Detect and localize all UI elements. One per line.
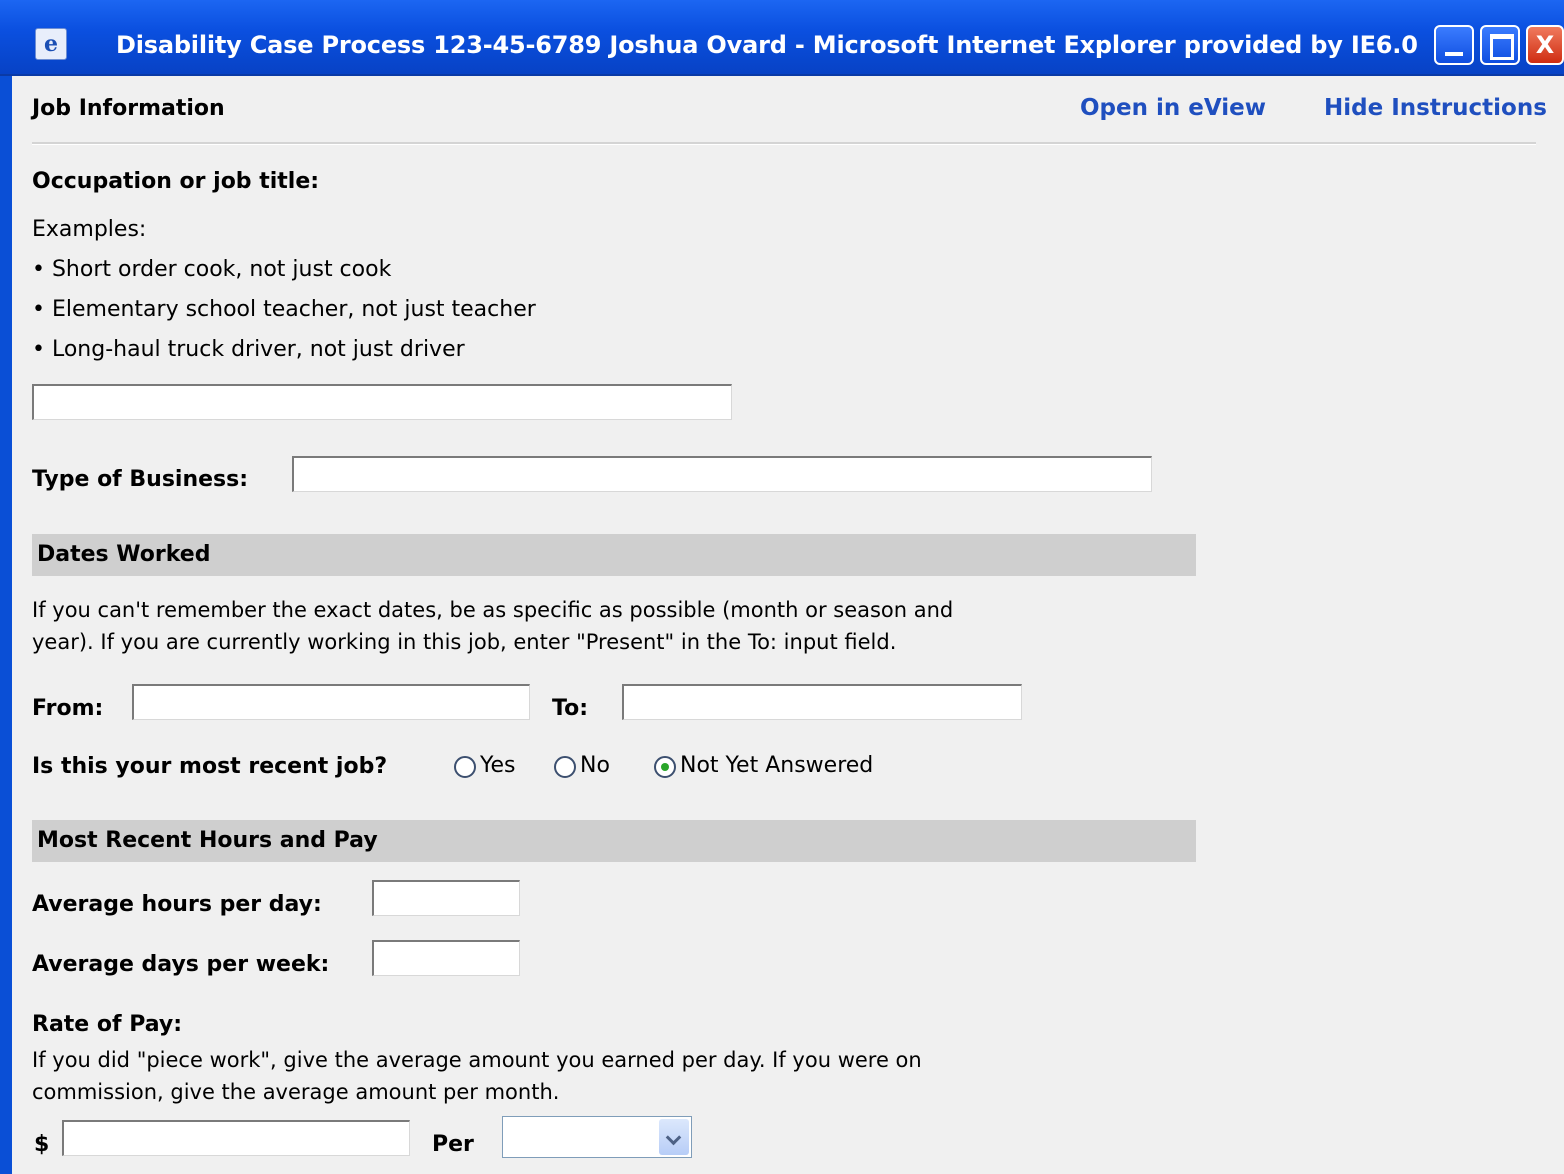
instructions-line: If you can't remember the exact dates, b… — [32, 598, 954, 622]
occupation-label: Occupation or job title: — [32, 169, 320, 194]
pay-amount-input[interactable] — [62, 1120, 410, 1156]
dates-worked-header: Dates Worked — [32, 534, 1196, 576]
instructions-line: year). If you are currently working in t… — [32, 630, 897, 654]
recent-job-question: Is this your most recent job? — [32, 754, 388, 779]
radio-not-yet-answered[interactable] — [654, 756, 676, 778]
rate-instructions: If you did "piece work", give the averag… — [32, 1044, 1172, 1108]
radio-yes-label[interactable]: Yes — [480, 753, 516, 778]
hours-pay-header: Most Recent Hours and Pay — [32, 820, 1196, 862]
example-item: • Elementary school teacher, not just te… — [32, 297, 536, 322]
section-title: Dates Worked — [37, 542, 211, 567]
page-title: Job Information — [32, 96, 225, 121]
close-button[interactable]: X — [1526, 25, 1564, 65]
examples-label: Examples: — [32, 217, 147, 242]
radio-no[interactable] — [554, 756, 576, 778]
currency-symbol: $ — [34, 1132, 50, 1157]
browser-window: e Disability Case Process 123-45-6789 Jo… — [0, 0, 1564, 1174]
days-per-week-label: Average days per week: — [32, 952, 330, 977]
hours-per-day-label: Average hours per day: — [32, 892, 322, 917]
header-divider — [32, 142, 1536, 145]
to-label: To: — [552, 696, 588, 721]
business-input[interactable] — [292, 456, 1152, 492]
radio-not-yet-answered-label[interactable]: Not Yet Answered — [680, 753, 873, 778]
radio-no-label[interactable]: No — [580, 753, 610, 778]
radio-yes[interactable] — [454, 756, 476, 778]
chevron-down-icon[interactable] — [659, 1119, 689, 1155]
instructions-line: If you did "piece work", give the averag… — [32, 1048, 922, 1072]
days-per-week-input[interactable] — [372, 940, 520, 976]
pay-period-select[interactable] — [502, 1116, 692, 1158]
example-item: • Long-haul truck driver, not just drive… — [32, 337, 465, 362]
from-label: From: — [32, 696, 104, 721]
dates-instructions: If you can't remember the exact dates, b… — [32, 594, 1172, 658]
close-icon: X — [1535, 31, 1555, 59]
from-date-input[interactable] — [132, 684, 530, 720]
hours-per-day-input[interactable] — [372, 880, 520, 916]
open-in-eview-link[interactable]: Open in eView — [1080, 95, 1266, 121]
business-label: Type of Business: — [32, 467, 249, 492]
example-item: • Short order cook, not just cook — [32, 257, 392, 282]
per-label: Per — [432, 1132, 474, 1157]
rate-of-pay-label: Rate of Pay: — [32, 1012, 183, 1037]
title-bar: e Disability Case Process 123-45-6789 Jo… — [0, 0, 1564, 76]
hide-instructions-link[interactable]: Hide Instructions — [1324, 95, 1547, 121]
minimize-button[interactable] — [1434, 25, 1474, 65]
window-title: Disability Case Process 123-45-6789 Josh… — [116, 31, 1426, 59]
occupation-input[interactable] — [32, 384, 732, 420]
instructions-line: commission, give the average amount per … — [32, 1080, 560, 1104]
page-content: Job Information Open in eView Hide Instr… — [12, 76, 1564, 1174]
to-date-input[interactable] — [622, 684, 1022, 720]
maximize-button[interactable] — [1480, 25, 1520, 65]
section-title: Most Recent Hours and Pay — [37, 828, 378, 853]
ie-icon: e — [35, 28, 67, 60]
